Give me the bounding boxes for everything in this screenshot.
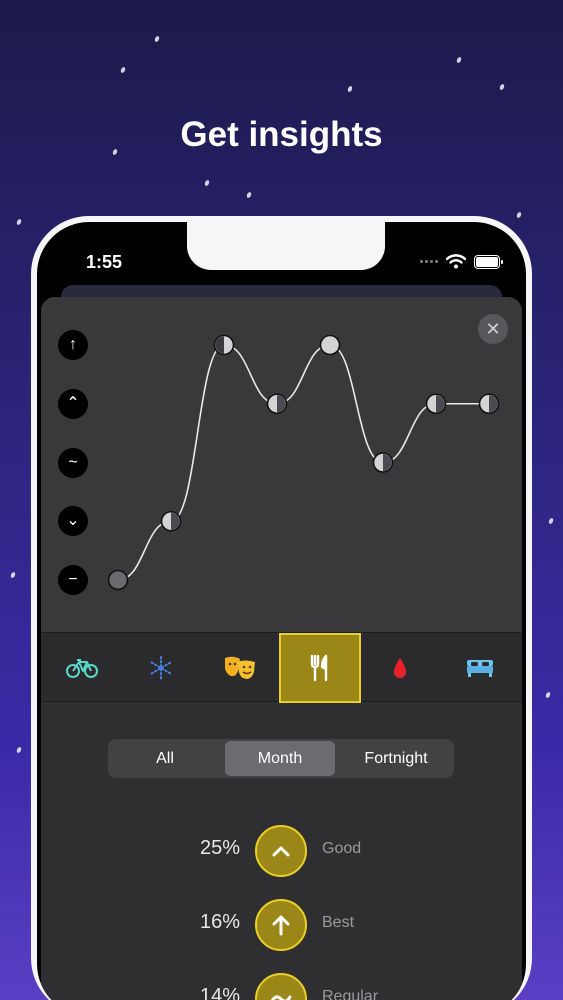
chart-level-marker: ↑: [58, 330, 88, 360]
mood-percent: 16%: [199, 911, 240, 933]
page-headline: Get insights: [180, 115, 383, 154]
background-speck: [498, 83, 506, 91]
chevron-up-icon: [272, 846, 290, 857]
background-speck: [153, 35, 161, 43]
mood-percent: 25%: [199, 837, 240, 859]
background-speck: [455, 56, 463, 64]
background-speck: [547, 517, 555, 525]
insights-sheet: ↑ ⌃ ~ ⌄ − ✕ All Month Fortnight 25% Good…: [41, 297, 522, 1000]
status-time: 1:55: [86, 252, 123, 272]
range-option-fortnight[interactable]: Fortnight: [340, 741, 452, 776]
chart-level-marker: ⌃: [58, 388, 88, 419]
tab-theatre[interactable]: [199, 633, 281, 703]
mood-point[interactable]: [319, 334, 341, 356]
category-tabbar: [41, 632, 522, 703]
battery-icon: [474, 254, 503, 269]
theatre-masks-icon: [225, 656, 255, 679]
mood-regular-badge: [255, 973, 307, 1000]
mood-chart: ↑ ⌃ ~ ⌄ − ✕: [41, 297, 522, 632]
mood-point[interactable]: [266, 393, 288, 415]
chart-level-marker: −: [58, 565, 88, 595]
background-speck: [15, 746, 23, 754]
mood-label: Good: [322, 840, 362, 857]
status-icons: [420, 254, 503, 269]
chart-level-marker: ~: [58, 447, 88, 478]
mood-point[interactable]: [107, 569, 129, 591]
mood-stat-row: 16% Best: [41, 899, 522, 951]
mood-good-badge: [255, 825, 307, 877]
arrow-up-icon: [272, 915, 290, 936]
mood-point[interactable]: [213, 334, 235, 356]
tab-bike[interactable]: [41, 633, 123, 703]
mood-stat-row: 14% Regular: [41, 973, 522, 1000]
close-button[interactable]: ✕: [478, 314, 508, 344]
range-option-month[interactable]: Month: [225, 741, 335, 776]
mood-stat-row: 25% Good: [41, 825, 522, 877]
wave-icon: [270, 995, 292, 1000]
snowflake-icon: [150, 656, 172, 680]
mood-best-badge: [255, 899, 307, 951]
mood-label: Regular: [322, 988, 379, 1000]
background-speck: [346, 85, 354, 93]
background-speck: [245, 191, 253, 199]
mood-series-line: [117, 344, 489, 581]
tab-bed[interactable]: [439, 633, 521, 703]
background-speck: [544, 691, 552, 699]
phone-frame: 1:55 ↑ ⌃ ~ ⌄ − ✕ All Month Fortnight 25%…: [31, 216, 532, 1000]
range-option-all[interactable]: All: [110, 741, 220, 776]
mood-line-chart: [107, 334, 500, 591]
cellular-signal-icon: [420, 260, 438, 263]
range-selector: All Month Fortnight: [108, 739, 454, 778]
bed-icon: [467, 660, 493, 677]
background-speck: [515, 211, 523, 219]
mood-point[interactable]: [425, 393, 447, 415]
phone-notch: [187, 222, 385, 270]
mood-point[interactable]: [478, 393, 500, 415]
mood-point[interactable]: [160, 510, 182, 532]
background-speck: [9, 571, 17, 579]
background-speck: [203, 179, 211, 187]
tab-snow[interactable]: [120, 633, 202, 703]
tab-food[interactable]: [279, 633, 361, 703]
phone-screen: 1:55 ↑ ⌃ ~ ⌄ − ✕ All Month Fortnight 25%…: [37, 222, 526, 1000]
background-speck: [15, 218, 23, 226]
mood-percent: 14%: [199, 985, 240, 1000]
bicycle-icon: [66, 659, 98, 678]
background-speck: [119, 66, 127, 74]
blood-drop-icon: [394, 658, 406, 678]
tab-drop[interactable]: [359, 633, 441, 703]
mood-label: Best: [322, 914, 355, 931]
wifi-icon: [446, 254, 466, 269]
mood-point[interactable]: [372, 452, 394, 473]
fork-knife-icon: [310, 654, 328, 682]
